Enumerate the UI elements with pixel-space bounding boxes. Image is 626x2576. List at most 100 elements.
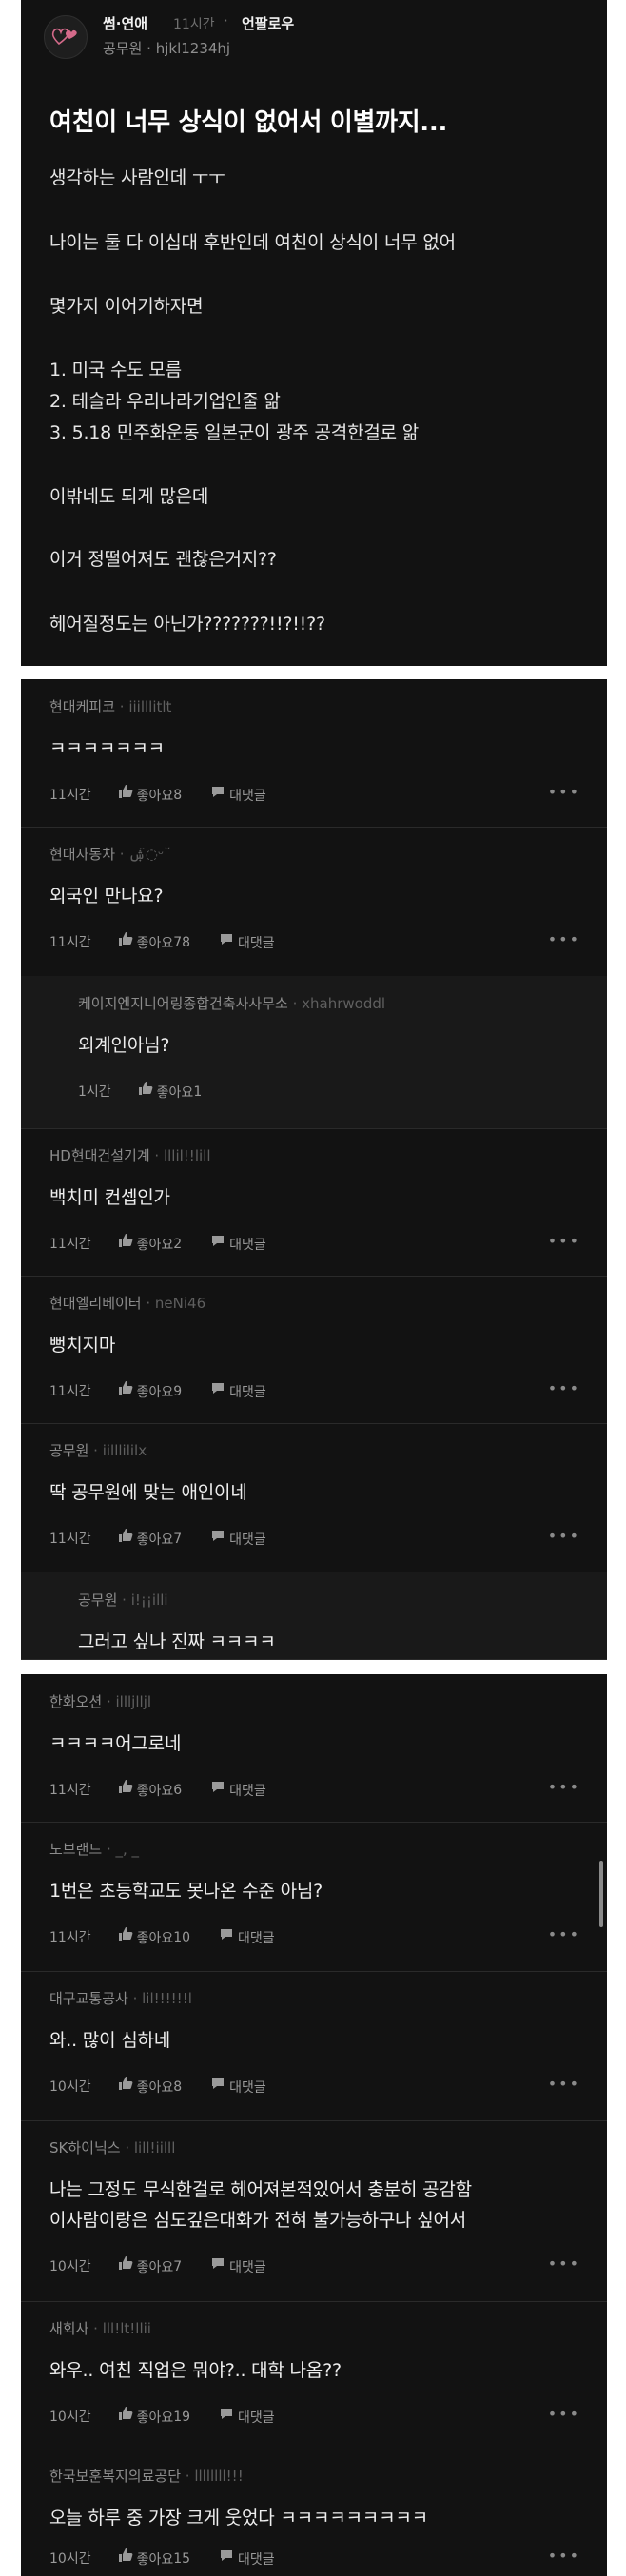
like-count: 15 <box>173 2551 191 2566</box>
like-count: 7 <box>173 2259 183 2274</box>
comment-item: 노브랜드 · _, _ 1번은 초등학교도 못나온 수준 아님? 11시간 좋아요 1… <box>21 1822 607 1972</box>
comment-author[interactable]: 케이지엔지니어링종합건축사사무소 · xhahrwoddl <box>78 993 385 1013</box>
comment-author[interactable]: 대구교통공사 · lil!!!!!!l <box>49 1988 192 2008</box>
company-name: 현대엘리베이터 <box>49 1295 142 1312</box>
comment-author[interactable]: 한국보훈복지의료공단 · llllllll!!! <box>49 2466 244 2486</box>
like-button[interactable]: 좋아요 7 <box>91 1528 182 1549</box>
reply-button[interactable]: 대댓글 <box>190 2547 275 2568</box>
comment-time: 10시간 <box>49 2410 91 2425</box>
comment-time: 11시간 <box>49 935 91 950</box>
reply-bubble-icon <box>221 1929 233 1940</box>
comment-author[interactable]: SK하이닉스 · lill!iilll <box>49 2137 175 2157</box>
more-options-button[interactable]: ••• <box>548 783 580 801</box>
more-options-button[interactable]: ••• <box>548 1778 580 1796</box>
comment-author[interactable]: 공무원 · i!¡¡illi <box>78 1590 168 1610</box>
like-count: 8 <box>173 788 183 803</box>
separator-dot: · <box>287 995 303 1012</box>
post-author[interactable]: 공무원 · hjkl1234hj <box>103 38 230 58</box>
unfollow-button[interactable]: 언팔로우 <box>242 13 294 33</box>
comment-item: 대구교통공사 · lil!!!!!!l 와.. 많이 심하네 10시간 좋아요 8 대댓… <box>21 1971 607 2121</box>
post-body-line: 생각하는 사람인데 ㅜㅜ <box>49 167 225 188</box>
like-button[interactable]: 좋아요 9 <box>91 1380 183 1401</box>
comment-author[interactable]: 노브랜드 · _, _ <box>49 1839 139 1859</box>
reply-label: 대댓글 <box>238 1931 275 1946</box>
like-count: 9 <box>173 1384 183 1399</box>
comment-author[interactable]: 새회사 · lll!lt!llii <box>49 2318 151 2338</box>
separator-dot: · <box>149 1147 164 1164</box>
comment-author[interactable]: 현대자동차 · ۺ◌̈ᵕ˘ <box>49 844 171 864</box>
more-options-button[interactable]: ••• <box>548 2254 580 2273</box>
comment-item: 한화오션 · illljlljl ㅋㅋㅋㅋ어그로네 11시간 좋아요 6 대댓글 ••• <box>21 1674 607 1823</box>
like-button[interactable]: 좋아요 10 <box>91 1926 190 1947</box>
reply-button[interactable]: 대댓글 <box>190 2406 275 2427</box>
reply-button[interactable]: 대댓글 <box>190 1926 275 1947</box>
like-button[interactable]: 좋아요 15 <box>91 2547 190 2568</box>
reply-button[interactable]: 대댓글 <box>182 784 266 805</box>
like-button[interactable]: 좋아요 6 <box>91 1779 182 1800</box>
company-name: SK하이닉스 <box>49 2139 121 2156</box>
like-button[interactable]: 좋아요 1 <box>111 1081 202 1102</box>
like-button[interactable]: 좋아요 8 <box>91 784 183 805</box>
comment-item: 현대케피코 · iiilllitlt ㅋㅋㅋㅋㅋㅋㅋ 11시간 좋아요 8 대댓글 ••• <box>21 679 607 828</box>
like-button[interactable]: 좋아요 7 <box>91 2255 183 2276</box>
comment-text: 와.. 많이 심하네 <box>49 2030 171 2051</box>
user-handle: illljlljl <box>115 1693 152 1710</box>
like-label: 좋아요 <box>136 2260 174 2275</box>
separator-dot: · <box>88 1442 103 1459</box>
like-count: 19 <box>173 2410 191 2425</box>
more-options-button[interactable]: ••• <box>548 1925 580 1943</box>
user-handle: iilllililx <box>102 1442 147 1459</box>
reply-button[interactable]: 대댓글 <box>182 1528 266 1549</box>
board-avatar[interactable] <box>44 15 88 59</box>
user-handle: iiilllitlt <box>128 698 172 715</box>
comment-item: HD현대건설기계 · lllil!!lill 백치미 컨셉인가 11시간 좋아요 2대… <box>21 1128 607 1277</box>
reply-button[interactable]: 대댓글 <box>182 2076 266 2097</box>
comment-author[interactable]: 한화오션 · illljlljl <box>49 1691 151 1711</box>
reply-comment: 케이지엔지니어링종합건축사사무소 · xhahrwoddl 외계인아님? 1시간 좋아… <box>21 976 607 1129</box>
comment-text: ㅋㅋㅋㅋ어그로네 <box>49 1733 182 1754</box>
reply-button[interactable]: 대댓글 <box>182 1380 266 1401</box>
like-label: 좋아요 <box>136 936 174 951</box>
comment-author[interactable]: HD현대건설기계 · lllil!!lill <box>49 1145 211 1165</box>
comment-author[interactable]: 현대케피코 · iiilllitlt <box>49 696 171 716</box>
like-button[interactable]: 좋아요 19 <box>91 2406 190 2427</box>
reply-bubble-icon <box>212 2078 225 2089</box>
like-count: 8 <box>173 2079 183 2095</box>
post-body-line: 나이는 둘 다 이십대 후반인데 여친이 상식이 너무 없어 <box>49 232 456 253</box>
reply-button[interactable]: 대댓글 <box>182 1233 266 1254</box>
more-options-button[interactable]: ••• <box>548 930 580 948</box>
like-button[interactable]: 좋아요 8 <box>91 2076 183 2097</box>
like-button[interactable]: 좋아요 78 <box>91 931 190 952</box>
reply-label: 대댓글 <box>238 2552 275 2567</box>
reply-button[interactable]: 대댓글 <box>182 1779 266 1800</box>
more-options-button[interactable]: ••• <box>548 2075 580 2093</box>
like-label: 좋아요 <box>136 1238 174 1253</box>
company-name: 공무원 <box>78 1591 118 1609</box>
board-name[interactable]: 썸·연애 <box>103 13 147 33</box>
separator-dot: · <box>115 698 129 715</box>
reply-button[interactable]: 대댓글 <box>190 931 275 952</box>
user-handle: lll!lt!llii <box>102 2320 151 2337</box>
more-options-button[interactable]: ••• <box>548 2547 580 2565</box>
more-options-button[interactable]: ••• <box>548 1527 580 1545</box>
comment-time: 11시간 <box>49 1237 91 1252</box>
company-name: 현대케피코 <box>49 698 116 715</box>
comment-author[interactable]: 공무원 · iilllililx <box>49 1440 147 1460</box>
more-options-button[interactable]: ••• <box>548 1379 580 1397</box>
user-handle: i!¡¡illi <box>130 1591 168 1609</box>
reply-label: 대댓글 <box>229 789 266 804</box>
more-options-button[interactable]: ••• <box>548 2405 580 2423</box>
separator-dot: · <box>102 1841 116 1858</box>
thumbs-up-icon <box>118 2548 132 2562</box>
like-label: 좋아요 <box>136 1532 174 1548</box>
reply-button[interactable]: 대댓글 <box>182 2255 266 2276</box>
comment-author[interactable]: 현대엘리베이터 · neNi46 <box>49 1293 205 1313</box>
company-name: 한국보훈복지의료공단 <box>49 2468 182 2485</box>
like-button[interactable]: 좋아요 2 <box>91 1233 182 1254</box>
company-name: 케이지엔지니어링종합건축사사무소 <box>78 995 288 1012</box>
comment-time: 11시간 <box>49 1384 91 1399</box>
more-options-button[interactable]: ••• <box>548 1232 580 1250</box>
comment-text: ㅋㅋㅋㅋㅋㅋㅋ <box>49 738 165 759</box>
comment-text: 뻥치지마 <box>49 1335 116 1356</box>
like-count: 10 <box>173 1930 191 1945</box>
